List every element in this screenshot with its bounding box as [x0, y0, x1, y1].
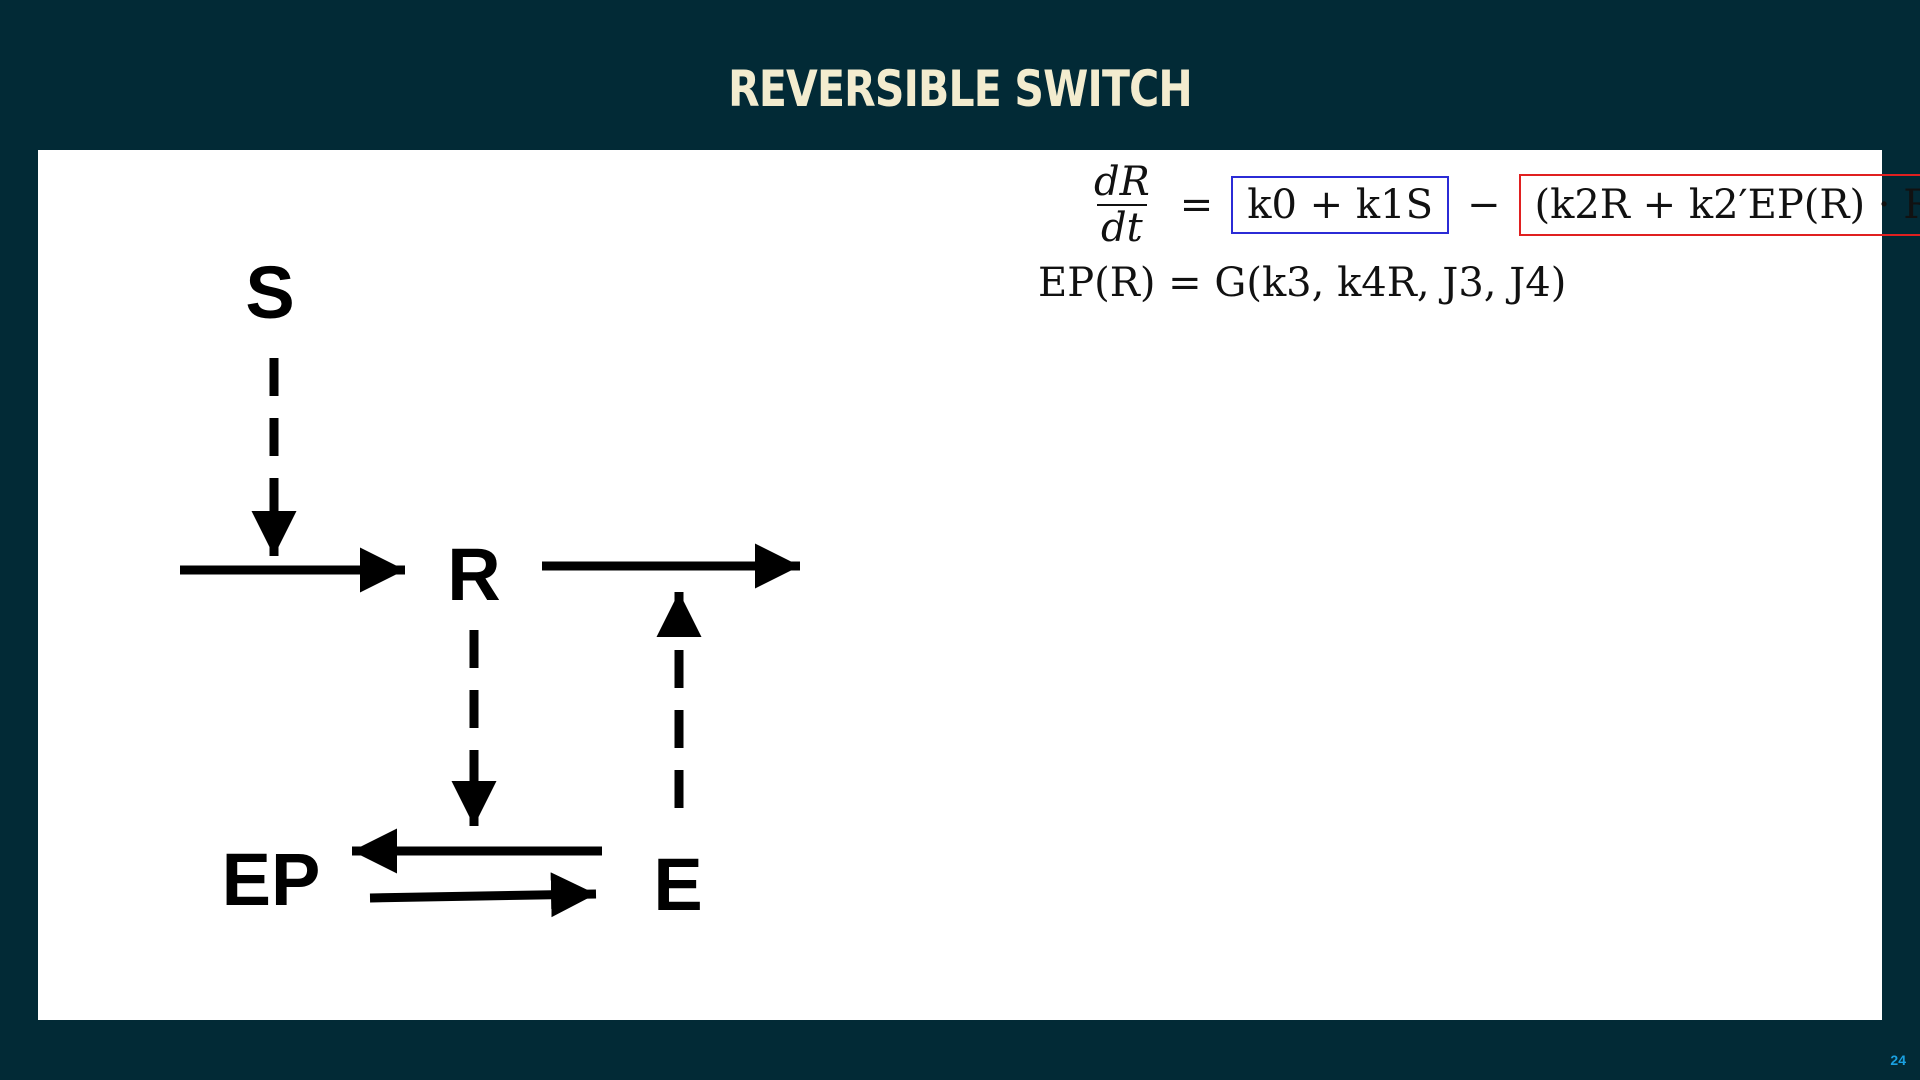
- derivative-numerator: dR: [1094, 159, 1150, 205]
- production-term: k0 + k1S: [1247, 182, 1433, 228]
- node-e: E: [653, 843, 702, 926]
- ep-to-e-arrow: [369, 872, 597, 918]
- degradation-term-box: (k2R + k2′EP(R) · R): [1518, 174, 1920, 236]
- derivative-fraction: dR dt: [1090, 160, 1154, 250]
- ep-equation-text: EP(R) = G(k3, k4R, J3, J4): [1038, 260, 1567, 306]
- page-number: 24: [1890, 1052, 1906, 1068]
- node-ep: EP: [222, 838, 321, 921]
- degradation-term: (k2R + k2′EP(R) · R): [1534, 182, 1920, 228]
- production-term-box: k0 + k1S: [1231, 176, 1449, 234]
- goldbeter-koshland-equation: EP(R) = G(k3, k4R, J3, J4): [1038, 258, 1566, 308]
- equals-sign: =: [1179, 182, 1214, 228]
- derivative-denominator: dt: [1101, 205, 1143, 251]
- minus-sign: −: [1466, 182, 1501, 228]
- node-r: R: [447, 533, 500, 616]
- rate-equation: dR dt = k0 + k1S − (k2R + k2′EP(R) · R): [1090, 160, 1920, 250]
- node-s: S: [245, 251, 294, 334]
